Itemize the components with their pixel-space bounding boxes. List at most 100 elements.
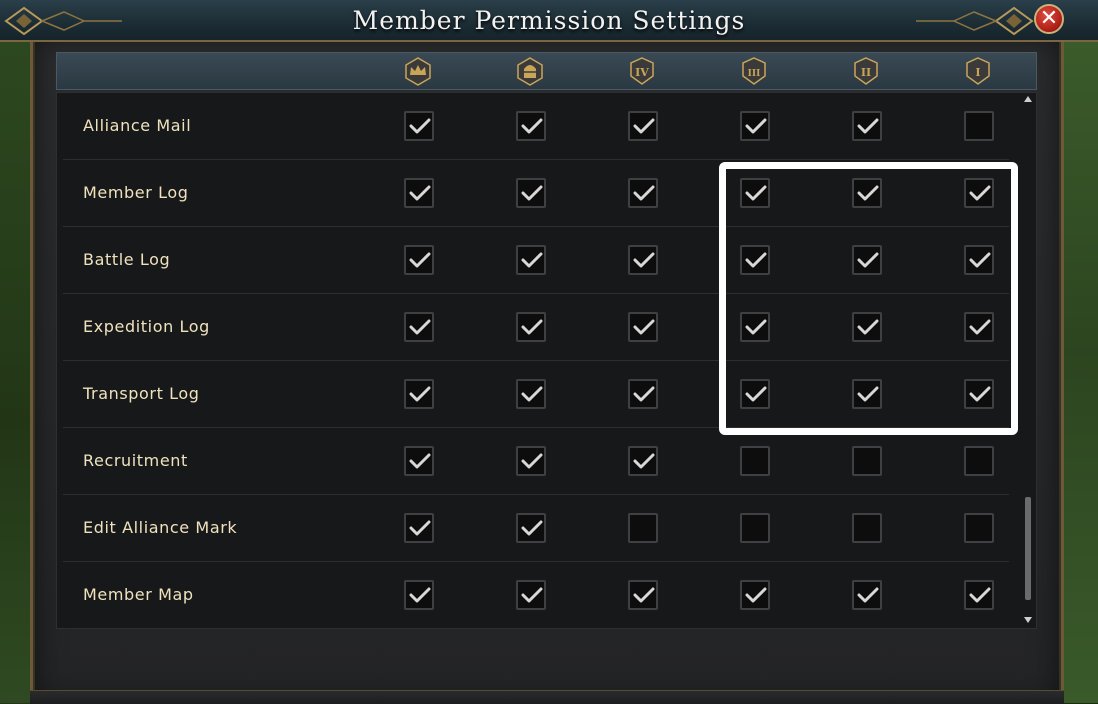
permission-checkbox[interactable]	[516, 178, 546, 208]
permission-checkbox[interactable]	[404, 446, 434, 476]
scroll-up-icon[interactable]	[1024, 96, 1032, 102]
rank-numeral: II	[861, 66, 871, 79]
checkmark-icon	[633, 587, 655, 603]
permission-checkbox[interactable]	[628, 446, 658, 476]
permission-checkbox[interactable]	[628, 178, 658, 208]
permission-checkbox[interactable]	[852, 379, 882, 409]
checkmark-icon	[521, 319, 543, 335]
checkmark-icon	[409, 118, 431, 134]
permission-checkbox[interactable]	[516, 245, 546, 275]
panel-footer	[30, 690, 1064, 704]
permission-checkbox[interactable]	[740, 312, 770, 342]
checkmark-icon	[633, 252, 655, 268]
permission-checkbox[interactable]	[516, 111, 546, 141]
checkmark-icon	[745, 587, 767, 603]
permission-checkbox[interactable]	[516, 312, 546, 342]
permission-row: Battle Log	[63, 227, 1009, 294]
permission-checkbox[interactable]	[852, 245, 882, 275]
permission-checkbox[interactable]	[404, 245, 434, 275]
checkmark-icon	[745, 118, 767, 134]
permission-checkbox[interactable]	[404, 513, 434, 543]
checkmark-icon	[409, 453, 431, 469]
checkmark-icon	[745, 185, 767, 201]
permission-checkbox[interactable]	[404, 312, 434, 342]
checkmark-icon	[521, 118, 543, 134]
rank-header	[56, 52, 1037, 90]
permission-checkbox[interactable]	[740, 245, 770, 275]
rank-shield-icon: IV	[630, 57, 654, 85]
permission-checkbox[interactable]	[852, 580, 882, 610]
permission-checkbox[interactable]	[740, 580, 770, 610]
permission-checkbox[interactable]	[852, 178, 882, 208]
checkmark-icon	[409, 185, 431, 201]
permission-label: Recruitment	[83, 451, 188, 470]
checkmark-icon	[969, 252, 991, 268]
permission-checkbox[interactable]	[740, 513, 770, 543]
permission-checkbox[interactable]	[964, 111, 994, 141]
permission-list[interactable]: Alliance Mail Member Log Battle Log Expedit…	[56, 92, 1037, 629]
permission-checkbox[interactable]	[852, 446, 882, 476]
checkmark-icon	[857, 386, 879, 402]
permission-checkbox[interactable]	[964, 446, 994, 476]
permission-checkbox[interactable]	[628, 379, 658, 409]
permission-checkbox[interactable]	[852, 111, 882, 141]
permission-checkbox[interactable]	[964, 580, 994, 610]
permission-checkbox[interactable]	[740, 111, 770, 141]
permission-checkbox[interactable]	[516, 446, 546, 476]
permission-label: Member Log	[83, 183, 189, 202]
checkmark-icon	[409, 252, 431, 268]
checkmark-icon	[745, 386, 767, 402]
checkmark-icon	[969, 386, 991, 402]
permission-checkbox[interactable]	[404, 580, 434, 610]
permission-row: Transport Log	[63, 361, 1009, 428]
permission-checkbox[interactable]	[516, 379, 546, 409]
permission-checkbox[interactable]	[404, 111, 434, 141]
checkmark-icon	[857, 252, 879, 268]
permission-checkbox[interactable]	[964, 245, 994, 275]
permission-checkbox[interactable]	[964, 513, 994, 543]
checkmark-icon	[409, 319, 431, 335]
checkmark-icon	[745, 252, 767, 268]
permission-checkbox[interactable]	[964, 178, 994, 208]
rank-numeral: IV	[635, 66, 649, 79]
checkmark-icon	[857, 185, 879, 201]
permission-checkbox[interactable]	[964, 312, 994, 342]
permission-label: Battle Log	[83, 250, 171, 269]
checkmark-icon	[521, 386, 543, 402]
permission-checkbox[interactable]	[740, 178, 770, 208]
permission-label: Edit Alliance Mark	[83, 518, 238, 537]
permission-checkbox[interactable]	[628, 580, 658, 610]
permission-checkbox[interactable]	[516, 580, 546, 610]
window-title: Member Permission Settings	[352, 6, 746, 35]
permission-label: Expedition Log	[83, 317, 210, 336]
checkmark-icon	[521, 185, 543, 201]
permission-checkbox[interactable]	[628, 245, 658, 275]
permission-checkbox[interactable]	[964, 379, 994, 409]
permission-checkbox[interactable]	[852, 312, 882, 342]
permission-checkbox[interactable]	[628, 312, 658, 342]
permission-checkbox[interactable]	[404, 178, 434, 208]
permission-checkbox[interactable]	[516, 513, 546, 543]
scroll-down-icon[interactable]	[1024, 617, 1032, 623]
permission-checkbox[interactable]	[852, 513, 882, 543]
checkmark-icon	[857, 319, 879, 335]
permission-checkbox[interactable]	[628, 111, 658, 141]
permission-row: Expedition Log	[63, 294, 1009, 361]
checkmark-icon	[633, 185, 655, 201]
checkmark-icon	[969, 587, 991, 603]
permission-checkbox[interactable]	[404, 379, 434, 409]
checkmark-icon	[969, 185, 991, 201]
rank-shield-icon: II	[854, 57, 878, 85]
permission-row: Edit Alliance Mark	[63, 495, 1009, 562]
checkmark-icon	[857, 118, 879, 134]
permission-checkbox[interactable]	[740, 379, 770, 409]
permission-label: Member Map	[83, 585, 194, 604]
permission-row: Member Map	[63, 562, 1009, 629]
scrollbar-thumb[interactable]	[1025, 497, 1031, 600]
permission-label: Transport Log	[83, 384, 200, 403]
close-button[interactable]: ✕	[1034, 4, 1064, 34]
permission-checkbox[interactable]	[740, 446, 770, 476]
rank-numeral: III	[748, 69, 761, 79]
permission-label: Alliance Mail	[83, 116, 192, 135]
permission-checkbox[interactable]	[628, 513, 658, 543]
